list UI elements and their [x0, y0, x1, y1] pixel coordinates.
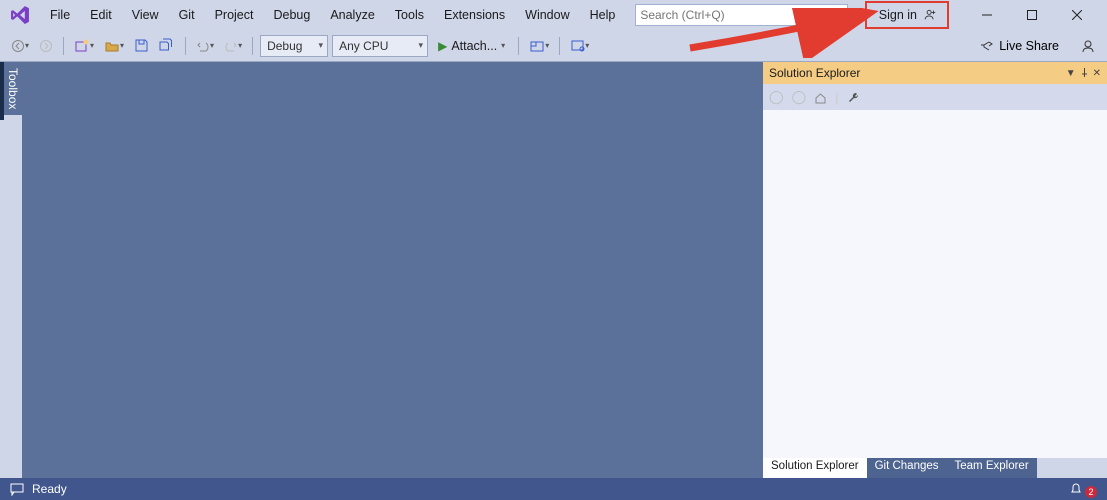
statusbar: Ready 2: [0, 478, 1107, 500]
solution-explorer-header[interactable]: Solution Explorer ▼ ✕: [763, 62, 1107, 84]
undo-button[interactable]: ▾: [193, 34, 217, 58]
signin-button[interactable]: Sign in: [869, 5, 945, 25]
minimize-button[interactable]: [964, 1, 1009, 29]
save-button[interactable]: [131, 34, 152, 58]
liveshare-button[interactable]: Live Share: [974, 37, 1065, 55]
toolbox-indicator: [0, 62, 4, 120]
config-combo[interactable]: Debug: [260, 35, 328, 57]
attach-button[interactable]: ▶ Attach... ▾: [432, 37, 511, 55]
menubar: File Edit View Git Project Debug Analyze…: [0, 0, 1107, 30]
close-button[interactable]: [1054, 1, 1099, 29]
solution-explorer-title: Solution Explorer: [769, 66, 860, 80]
menu-extensions[interactable]: Extensions: [434, 4, 515, 26]
wrench-icon[interactable]: [847, 91, 860, 104]
workspace: Toolbox Solution Explorer ▼ ✕ ◯ ◯ | Solu…: [0, 62, 1107, 478]
back-icon[interactable]: ◯: [769, 89, 784, 105]
browser-link-button[interactable]: ▾: [567, 34, 592, 58]
save-all-button[interactable]: [156, 34, 178, 58]
menu-analyze[interactable]: Analyze: [320, 4, 384, 26]
tab-git-changes[interactable]: Git Changes: [867, 458, 947, 478]
share-icon: [980, 39, 994, 53]
menu-help[interactable]: Help: [580, 4, 626, 26]
close-panel-icon[interactable]: ✕: [1093, 68, 1101, 79]
attach-label: Attach...: [451, 39, 497, 53]
solution-explorer-content: [763, 110, 1107, 458]
status-ready: Ready: [32, 482, 67, 496]
search-box[interactable]: [635, 4, 848, 26]
nav-back-button[interactable]: ▾: [8, 34, 32, 58]
dropdown-icon[interactable]: ▼: [1066, 68, 1076, 79]
open-file-button[interactable]: ▾: [101, 34, 127, 58]
forward-icon[interactable]: ◯: [792, 89, 807, 105]
play-icon: ▶: [438, 39, 447, 53]
menu-project[interactable]: Project: [205, 4, 264, 26]
folder-view-button[interactable]: ▾: [526, 34, 552, 58]
signin-highlight-box: Sign in: [865, 1, 949, 29]
maximize-button[interactable]: [1009, 1, 1054, 29]
liveshare-label: Live Share: [999, 39, 1059, 53]
bell-icon[interactable]: [1069, 482, 1083, 496]
menu-git[interactable]: Git: [169, 4, 205, 26]
tab-team-explorer[interactable]: Team Explorer: [947, 458, 1037, 478]
menu-tools[interactable]: Tools: [385, 4, 434, 26]
solution-explorer-tabs: Solution Explorer Git Changes Team Explo…: [763, 458, 1107, 478]
menu-window[interactable]: Window: [515, 4, 579, 26]
editor-area: [22, 62, 763, 478]
feedback-button[interactable]: [1077, 34, 1099, 58]
home-icon[interactable]: [814, 91, 827, 104]
tab-solution-explorer[interactable]: Solution Explorer: [763, 458, 867, 478]
window-controls: [964, 1, 1099, 29]
menu-debug[interactable]: Debug: [263, 4, 320, 26]
solution-explorer-toolbar: ◯ ◯ |: [763, 84, 1107, 110]
toolbar-separator: [63, 37, 64, 55]
toolbar-separator: [518, 37, 519, 55]
signin-label: Sign in: [879, 8, 917, 22]
new-project-button[interactable]: ▾: [71, 34, 97, 58]
platform-combo[interactable]: Any CPU: [332, 35, 428, 57]
visual-studio-logo: [8, 3, 32, 27]
redo-button[interactable]: ▾: [221, 34, 245, 58]
menu-view[interactable]: View: [122, 4, 169, 26]
comment-icon[interactable]: [10, 482, 24, 496]
toolbar: ▾ ▾ ▾ ▾ ▾ Debug Any CPU ▶ Attach... ▾ ▾ …: [0, 30, 1107, 62]
user-add-icon: [923, 8, 937, 22]
solution-explorer-panel: Solution Explorer ▼ ✕ ◯ ◯ | Solution Exp…: [763, 62, 1107, 478]
nav-forward-button[interactable]: [36, 34, 56, 58]
chevron-down-icon: ▾: [501, 41, 505, 50]
notification-badge[interactable]: 2: [1085, 486, 1097, 498]
search-input[interactable]: [640, 8, 830, 22]
toolbar-separator: [185, 37, 186, 55]
toolbar-separator: [559, 37, 560, 55]
menu-file[interactable]: File: [40, 4, 80, 26]
search-icon[interactable]: [830, 9, 843, 22]
toolbar-separator: [252, 37, 253, 55]
menu-items: File Edit View Git Project Debug Analyze…: [40, 4, 625, 26]
pin-icon[interactable]: [1080, 68, 1089, 79]
menu-edit[interactable]: Edit: [80, 4, 122, 26]
